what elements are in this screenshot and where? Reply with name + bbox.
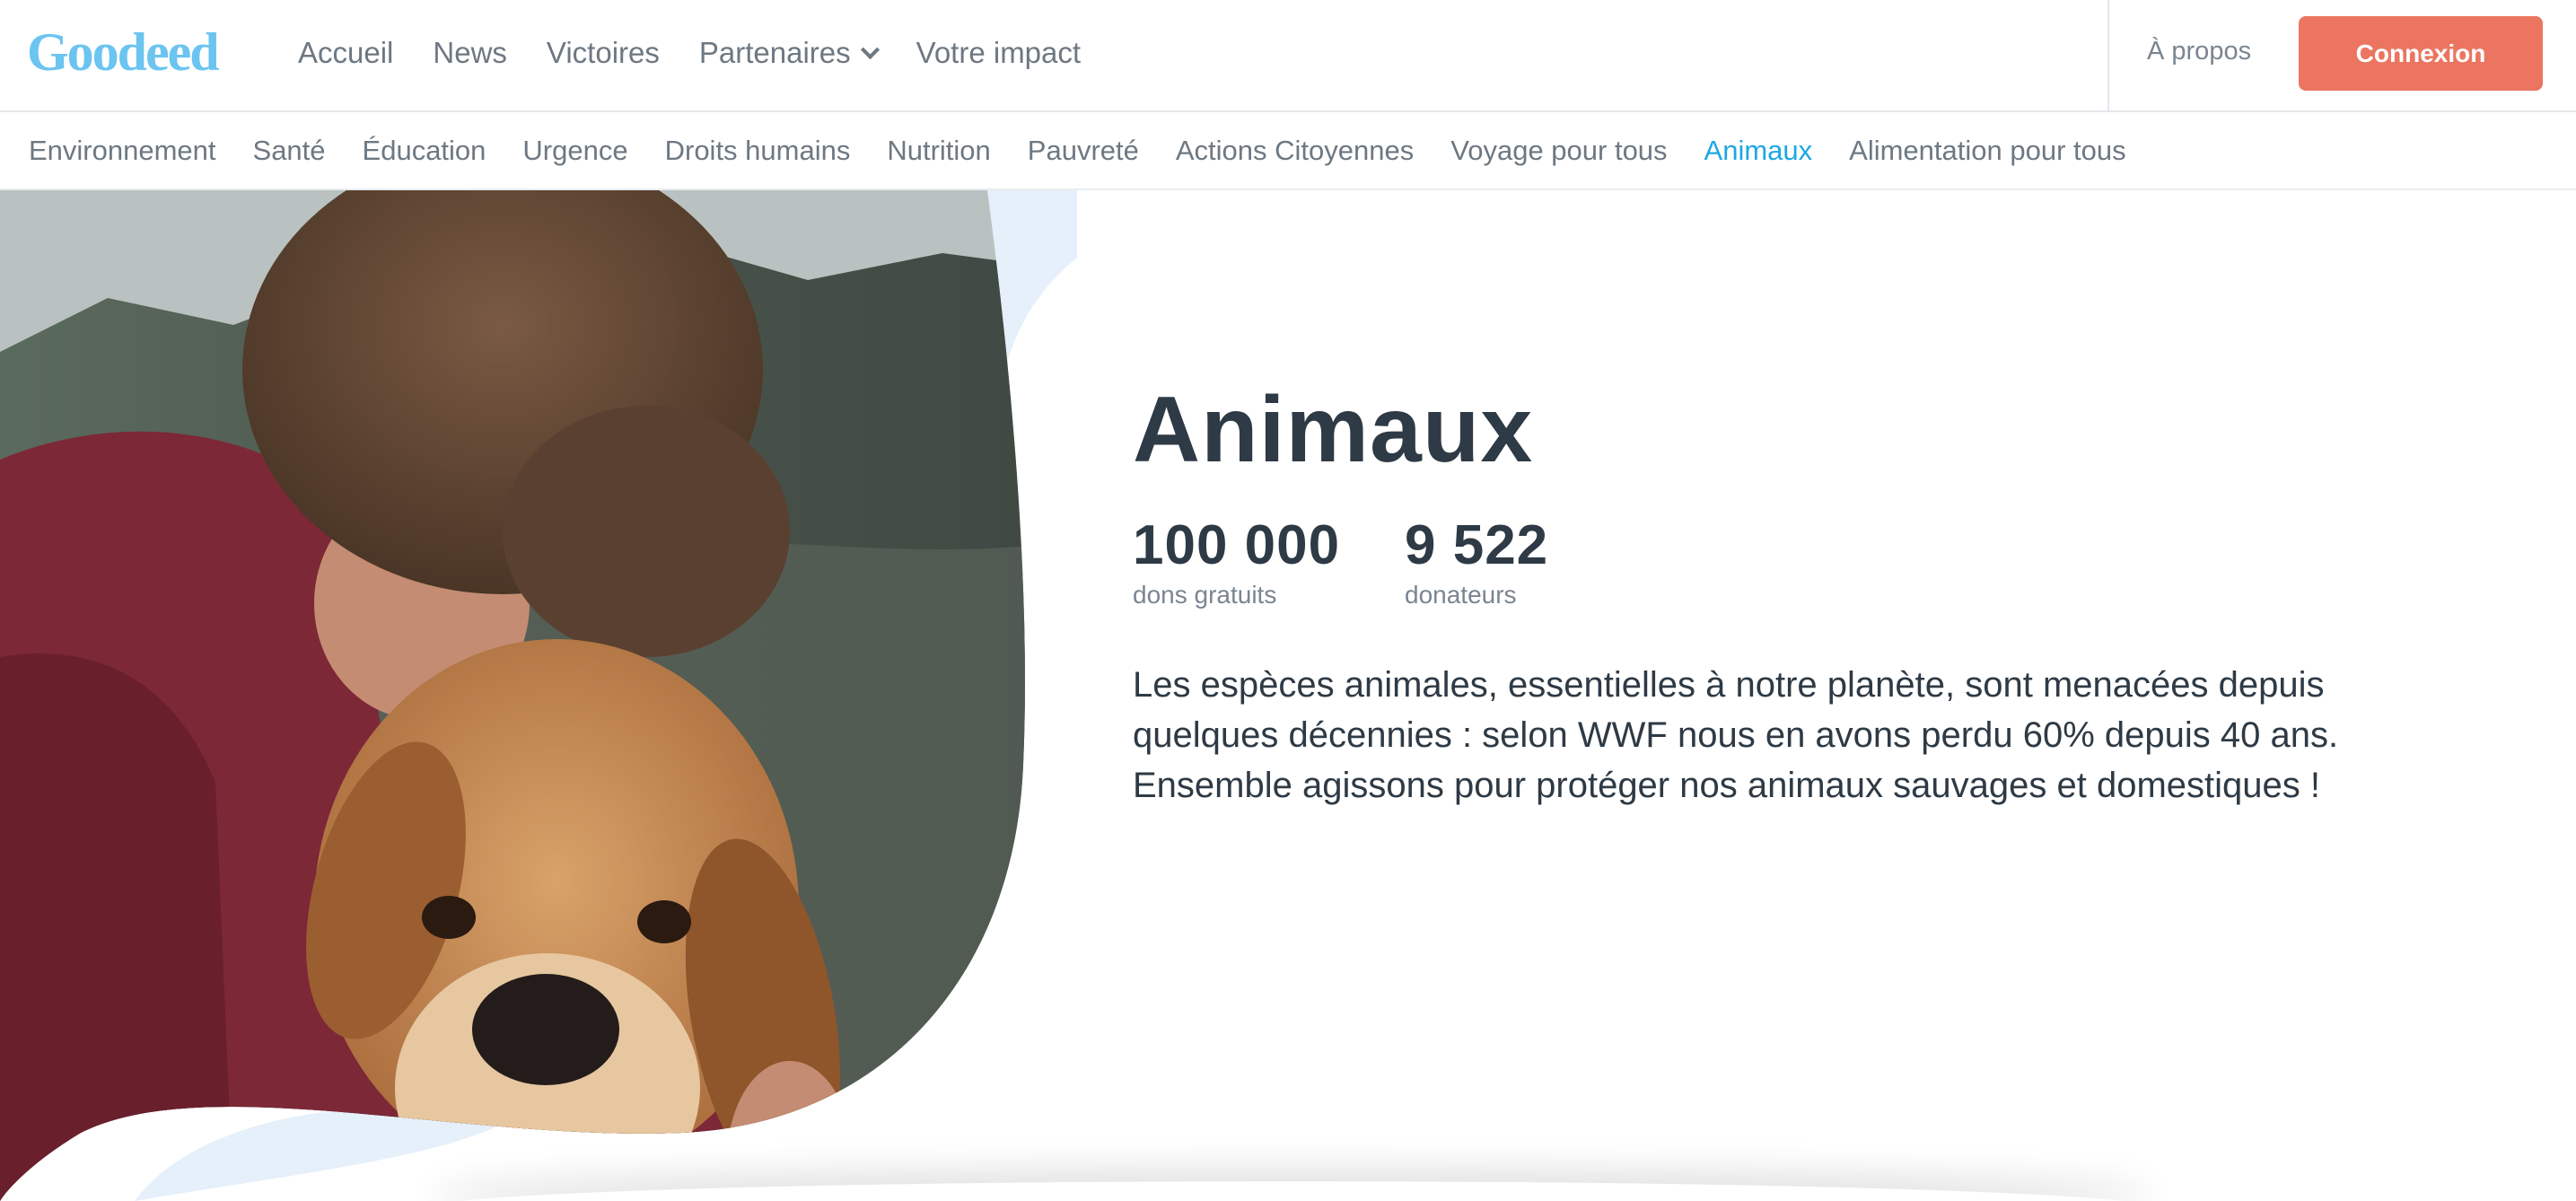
stat-value: 100 000 xyxy=(1133,514,1341,576)
stat-value: 9 522 xyxy=(1405,514,1549,576)
stat-label: dons gratuits xyxy=(1133,581,1277,609)
login-button[interactable]: Connexion xyxy=(2299,16,2543,91)
top-navigation: Goodeed Accueil News Victoires Partenair… xyxy=(0,0,2576,112)
chevron-down-icon xyxy=(860,39,880,59)
stat-label: donateurs xyxy=(1405,581,1517,609)
nav-item-victoires[interactable]: Victoires xyxy=(547,36,660,70)
category-environnement[interactable]: Environnement xyxy=(29,135,216,167)
category-animaux[interactable]: Animaux xyxy=(1704,135,1813,167)
category-urgence[interactable]: Urgence xyxy=(522,135,627,167)
stat-dons-gratuits: 100 000 dons gratuits xyxy=(1133,513,1340,609)
hero-description: Les espèces animales, essentielles à not… xyxy=(1133,665,2339,805)
hero-image xyxy=(0,190,1077,1201)
nav-item-partenaires-label: Partenaires xyxy=(698,36,851,69)
nav-item-accueil[interactable]: Accueil xyxy=(298,36,393,70)
category-bar: Environnement Santé Éducation Urgence Dr… xyxy=(0,112,2576,190)
nav-item-partenaires[interactable]: Partenaires xyxy=(698,36,880,70)
category-droits-humains[interactable]: Droits humains xyxy=(665,135,851,167)
category-alimentation-pour-tous[interactable]: Alimentation pour tous xyxy=(1849,135,2125,167)
page-title: Animaux xyxy=(1133,378,1534,482)
nav-item-votre-impact[interactable]: Votre impact xyxy=(916,36,1081,70)
category-education[interactable]: Éducation xyxy=(363,135,486,167)
main-nav: Accueil News Victoires Partenaires Votre… xyxy=(298,0,1120,106)
about-link[interactable]: À propos xyxy=(2147,37,2251,66)
category-nutrition[interactable]: Nutrition xyxy=(887,135,990,167)
category-sante[interactable]: Santé xyxy=(253,135,326,167)
category-pauvrete[interactable]: Pauvreté xyxy=(1028,135,1139,167)
nav-item-news[interactable]: News xyxy=(433,36,507,70)
category-actions-citoyennes[interactable]: Actions Citoyennes xyxy=(1176,135,1414,167)
stat-donateurs: 9 522 donateurs xyxy=(1405,513,1548,609)
category-voyage-pour-tous[interactable]: Voyage pour tous xyxy=(1450,135,1667,167)
nav-divider xyxy=(2107,0,2109,112)
goodeed-logo[interactable]: Goodeed xyxy=(27,22,220,83)
